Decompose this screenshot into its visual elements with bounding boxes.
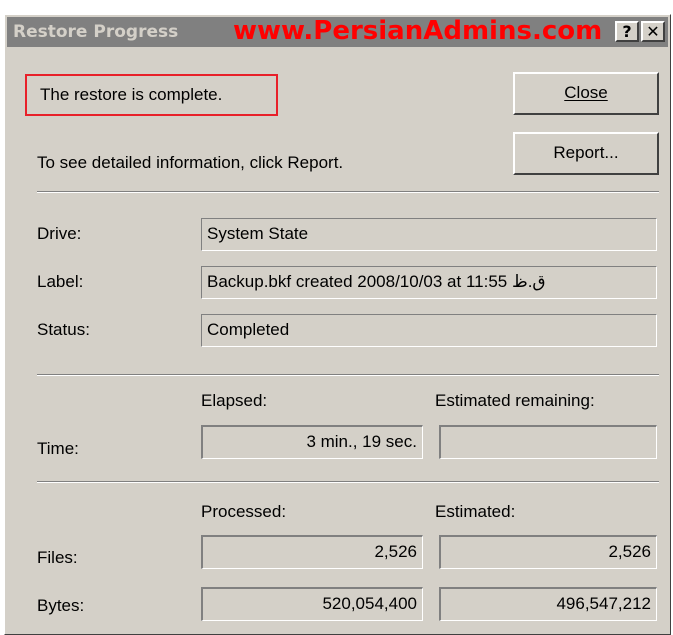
title-close-button[interactable]: ✕ <box>641 21 665 42</box>
watermark-text: www.PersianAdmins.com <box>233 16 603 46</box>
hint-text: To see detailed information, click Repor… <box>37 153 344 172</box>
label-field: Backup.bkf created 2008/10/03 at 11:55 ق… <box>201 266 657 299</box>
close-x-icon: ✕ <box>646 22 660 41</box>
files-processed-field: 2,526 <box>201 535 423 569</box>
drive-field: System State <box>201 218 657 251</box>
close-button[interactable]: Close <box>513 72 659 115</box>
status-message-box: The restore is complete. <box>25 74 278 116</box>
window-title: Restore Progress <box>13 22 179 42</box>
elapsed-field: 3 min., 19 sec. <box>201 425 423 459</box>
bytes-processed-field: 520,054,400 <box>201 587 423 621</box>
separator-2 <box>37 374 659 376</box>
drive-label: Drive: <box>37 224 82 243</box>
elapsed-header: Elapsed: <box>201 391 268 410</box>
report-button-label: Report... <box>553 143 619 162</box>
remaining-field <box>439 425 657 459</box>
status-message: The restore is complete. <box>40 85 223 104</box>
restore-progress-dialog: Restore Progress www.PersianAdmins.com ?… <box>4 14 671 635</box>
status-label: Status: <box>37 320 90 339</box>
processed-header: Processed: <box>201 502 287 521</box>
title-bar[interactable]: Restore Progress www.PersianAdmins.com ?… <box>7 16 668 47</box>
report-button[interactable]: Report... <box>513 132 659 175</box>
remaining-header: Estimated remaining: <box>435 391 595 410</box>
separator-1 <box>37 191 659 193</box>
help-button[interactable]: ? <box>615 21 639 42</box>
time-label: Time: <box>37 439 79 458</box>
files-label: Files: <box>37 548 78 567</box>
separator-3 <box>37 481 659 483</box>
status-field: Completed <box>201 314 657 347</box>
close-button-label: Close <box>564 83 608 102</box>
top-caption <box>0 0 673 9</box>
bytes-label: Bytes: <box>37 596 85 615</box>
question-mark-icon: ? <box>622 22 632 41</box>
label-label: Label: <box>37 272 84 291</box>
bytes-estimated-field: 496,547,212 <box>439 587 657 621</box>
files-estimated-field: 2,526 <box>439 535 657 569</box>
estimated-header: Estimated: <box>435 502 516 521</box>
